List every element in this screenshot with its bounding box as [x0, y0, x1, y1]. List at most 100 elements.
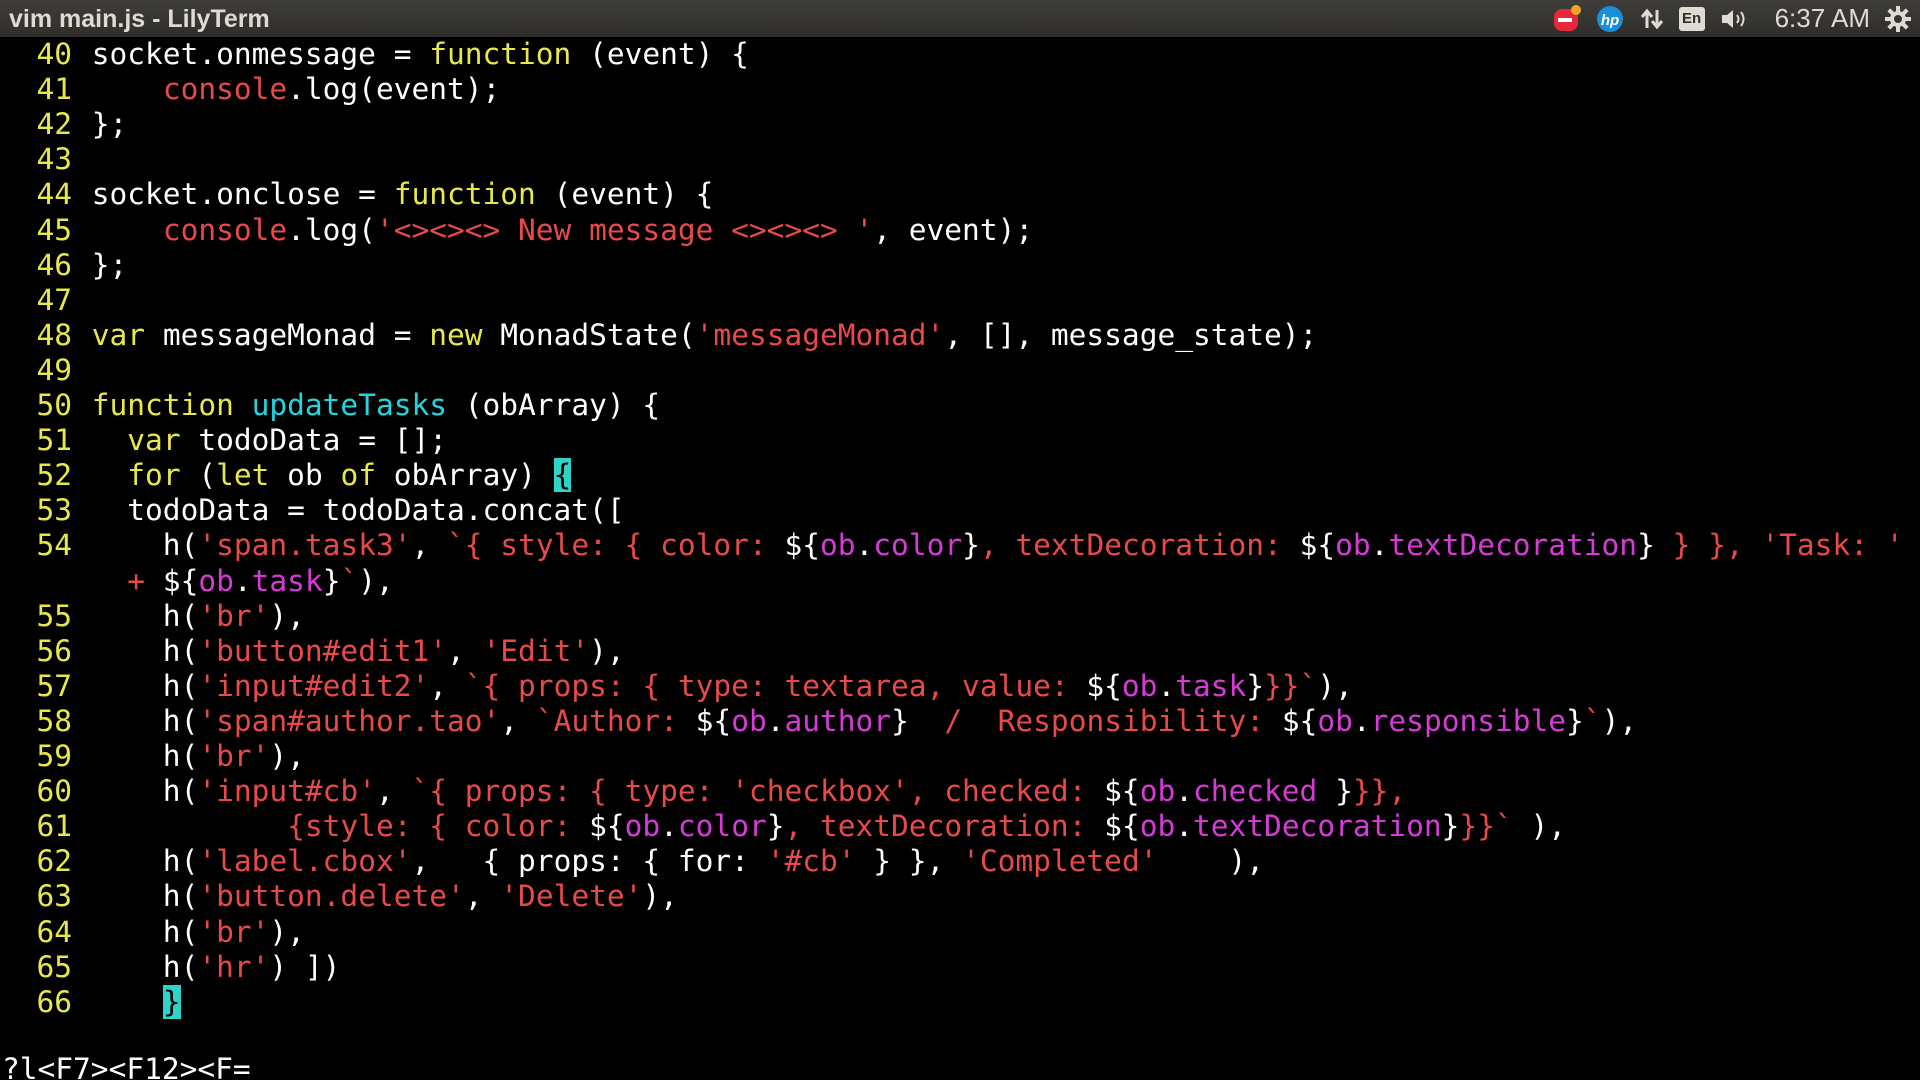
code-token: .: [1175, 774, 1193, 809]
code-token: 'span#author.tao': [198, 703, 501, 738]
code-text: h('br'),: [74, 599, 305, 633]
line-number: 62: [36, 844, 72, 879]
code-token: 'button.delete': [198, 879, 465, 914]
code-text: + ${ob.task}`),: [74, 563, 393, 598]
code-token: updateTasks: [251, 388, 447, 422]
volume-icon[interactable]: [1719, 0, 1749, 37]
code-token: }: [1246, 668, 1265, 703]
code-token: 'Edit': [482, 633, 590, 668]
code-token: .: [1352, 703, 1371, 738]
code-token: };: [91, 247, 128, 282]
code-text: socket.onclose = function (event) {: [74, 177, 714, 211]
code-token: ${: [695, 703, 732, 738]
line-number: 58: [36, 703, 72, 738]
code-text: h('span.task3', `{ style: { color: ${ob.…: [74, 528, 1904, 563]
code-token: ob: [731, 703, 767, 738]
code-token: var: [91, 317, 146, 352]
code-token: `: [340, 563, 359, 598]
code-token: h(: [91, 879, 199, 914]
code-line[interactable]: 54 h('span.task3', `{ style: { color: ${…: [0, 528, 1903, 563]
line-number: 44: [36, 177, 72, 212]
line-number: 50: [36, 388, 72, 422]
code-token: MonadState(: [482, 317, 696, 352]
code-token: '#cb': [766, 844, 856, 879]
code-line[interactable]: 42 };: [0, 107, 127, 142]
code-token: for: [127, 458, 181, 493]
code-token: todoData = todoData.concat([: [91, 493, 625, 528]
code-text: for (let ob of obArray) {: [74, 458, 572, 493]
code-line[interactable]: 63 h('button.delete', 'Delete'),: [0, 879, 678, 914]
code-token: `{ style: { color:: [447, 528, 785, 563]
code-line[interactable]: 62 h('label.cbox', { props: { for: '#cb'…: [0, 844, 1264, 879]
code-text: socket.onmessage = function (event) {: [74, 37, 749, 71]
code-line[interactable]: 49: [0, 353, 92, 388]
code-line[interactable]: 64 h('br'),: [0, 914, 305, 950]
gear-icon[interactable]: [1884, 0, 1912, 37]
code-token: h(: [91, 528, 199, 563]
code-token: ),: [642, 879, 678, 914]
vim-command-line[interactable]: ?l<F7><F12><F=_: [2, 1052, 268, 1080]
line-number: 66: [36, 984, 72, 1019]
line-number: 63: [36, 879, 72, 914]
code-token: 'input#edit2': [198, 668, 430, 703]
code-line[interactable]: 51 var todoData = [];: [0, 423, 447, 458]
code-token: console: [162, 72, 288, 107]
code-token: };: [91, 107, 128, 142]
code-text: h('button.delete', 'Delete'),: [74, 879, 678, 913]
code-token: var: [127, 423, 181, 458]
code-token: new: [429, 317, 483, 352]
code-token: textDecoration: [1193, 809, 1442, 844]
code-token: +: [127, 563, 146, 598]
code-token: .: [855, 528, 874, 563]
code-line[interactable]: 45 console.log('<><><> New message <><><…: [0, 213, 1033, 248]
code-line[interactable]: 58 h('span#author.tao', `Author: ${ob.au…: [0, 704, 1637, 739]
terminal-editor[interactable]: 40 socket.onmessage = function (event) {…: [0, 37, 1920, 1080]
code-line[interactable]: 59 h('br'),: [0, 739, 305, 774]
code-token: ,: [375, 774, 412, 809]
code-token: h(: [91, 633, 199, 668]
code-token: ),: [269, 914, 305, 949]
line-number: 64: [36, 914, 72, 949]
hp-icon[interactable]: hp: [1595, 0, 1625, 37]
code-token: }: [1566, 703, 1584, 738]
code-line[interactable]: 44 socket.onclose = function (event) {: [0, 177, 713, 212]
code-line[interactable]: 41 console.log(event);: [0, 72, 500, 107]
code-token: h(: [91, 598, 199, 633]
code-token: ob: [820, 528, 856, 563]
code-line[interactable]: 57 h('input#edit2', `{ props: { type: te…: [0, 668, 1352, 704]
code-line[interactable]: 53 todoData = todoData.concat([: [0, 493, 625, 528]
code-line[interactable]: + ${ob.task}`),: [0, 563, 393, 599]
notification-icon[interactable]: [1551, 0, 1581, 37]
code-line[interactable]: 43: [0, 142, 92, 177]
code-line[interactable]: 66 }: [0, 984, 181, 1020]
code-token: (event) {: [571, 37, 749, 71]
code-token: h(: [91, 914, 199, 949]
code-token: ob: [198, 563, 234, 598]
code-token: (: [180, 458, 217, 493]
code-line[interactable]: 60 h('input#cb', `{ props: { type: 'chec…: [0, 774, 1406, 809]
code-token: ${: [1299, 528, 1336, 563]
code-line[interactable]: 61 {style: { color: ${ob.color}, textDec…: [0, 809, 1566, 844]
code-line[interactable]: 56 h('button#edit1', 'Edit'),: [0, 633, 624, 669]
system-tray: hp En 6:37 AM: [1537, 0, 1912, 37]
keyboard-language-icon[interactable]: En: [1678, 0, 1705, 37]
code-line[interactable]: 47: [0, 283, 92, 318]
code-line[interactable]: 40 socket.onmessage = function (event) {: [0, 37, 749, 72]
code-token: `{ props: { type: textarea, value:: [464, 668, 1087, 703]
network-arrows-icon[interactable]: [1639, 0, 1665, 37]
code-line[interactable]: 52 for (let ob of obArray) {: [0, 458, 572, 493]
code-line[interactable]: 46 };: [0, 248, 127, 283]
code-line[interactable]: 48 var messageMonad = new MonadState('me…: [0, 318, 1317, 353]
code-token: }: [766, 809, 785, 844]
clock[interactable]: 6:37 AM: [1775, 3, 1870, 34]
line-number: 57: [36, 668, 72, 703]
command-text: ?l<F7><F12><F=: [2, 1052, 251, 1080]
svg-text:hp: hp: [1600, 12, 1618, 29]
code-line[interactable]: 55 h('br'),: [0, 599, 305, 634]
code-text: h('br'),: [74, 739, 305, 773]
code-line[interactable]: 50 function updateTasks (obArray) {: [0, 388, 660, 423]
code-line[interactable]: 65 h('hr') ]): [0, 950, 340, 985]
